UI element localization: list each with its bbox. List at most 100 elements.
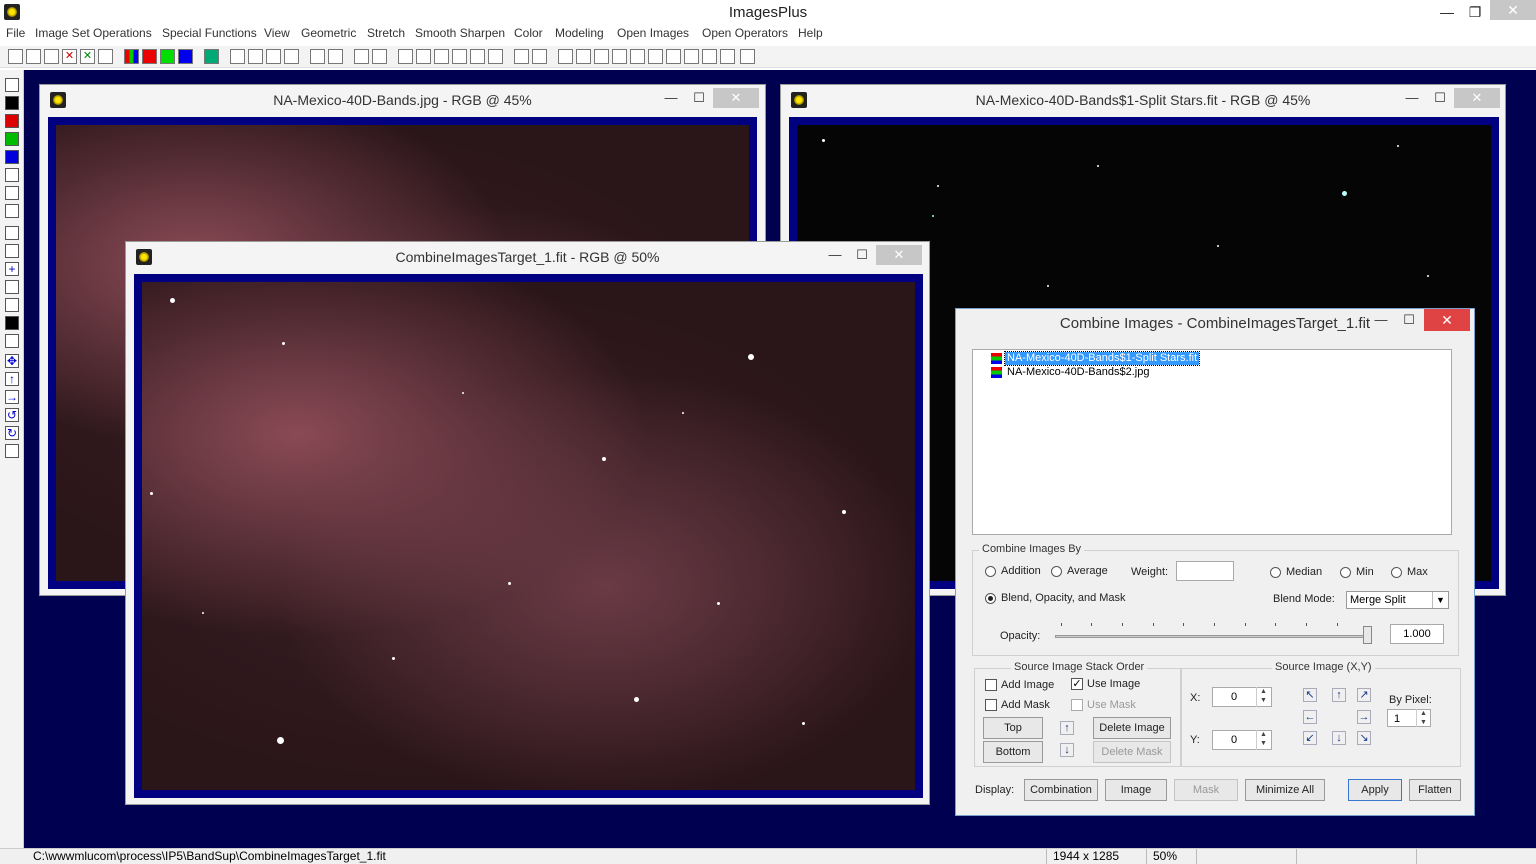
menu-open-operators[interactable]: Open Operators: [702, 26, 788, 40]
green-channel-icon[interactable]: [160, 49, 175, 64]
tool-14-icon[interactable]: [5, 334, 19, 348]
tool-plus-icon[interactable]: +: [5, 262, 19, 276]
combine-images-dialog[interactable]: Combine Images - CombineImagesTarget_1.f…: [955, 308, 1475, 816]
delete-mask-button[interactable]: Delete Mask: [1093, 741, 1171, 763]
plus-icon[interactable]: [452, 49, 467, 64]
menu-file[interactable]: File: [6, 26, 25, 40]
opacity-slider-thumb[interactable]: [1363, 626, 1372, 644]
arrow-up-left-icon[interactable]: ↖: [1303, 688, 1317, 702]
list-item[interactable]: NA-Mexico-40D-Bands$2.jpg: [1005, 366, 1151, 379]
restore-icon[interactable]: ❐: [1460, 2, 1490, 22]
menu-view[interactable]: View: [264, 26, 290, 40]
rgb-icon[interactable]: [124, 49, 139, 64]
frame-icon[interactable]: [666, 49, 681, 64]
minimize-all-button[interactable]: Minimize All: [1245, 779, 1325, 801]
maximize-icon[interactable]: ☐: [1426, 88, 1454, 108]
tool-5-icon[interactable]: [5, 150, 19, 164]
menu-special-functions[interactable]: Special Functions: [162, 26, 257, 40]
frame-3-icon[interactable]: [702, 49, 717, 64]
new-icon[interactable]: [8, 49, 23, 64]
top-button[interactable]: Top: [983, 717, 1043, 739]
menu-modeling[interactable]: Modeling: [555, 26, 604, 40]
move-up-icon[interactable]: ↑: [1060, 721, 1074, 735]
image-window-combine-target[interactable]: CombineImagesTarget_1.fit - RGB @ 50% — …: [125, 241, 930, 805]
arrow-down-icon[interactable]: ↓: [1332, 731, 1346, 745]
move-icon[interactable]: ✥: [5, 354, 19, 368]
source-image-list[interactable]: NA-Mexico-40D-Bands$1-Split Stars.fit NA…: [972, 349, 1452, 535]
star-icon[interactable]: [310, 49, 325, 64]
average-radio[interactable]: [1051, 566, 1062, 577]
minimize-icon[interactable]: —: [821, 245, 849, 265]
tool-1-icon[interactable]: [5, 78, 19, 92]
arrow-left-icon[interactable]: ←: [1303, 710, 1317, 724]
dots-icon[interactable]: [372, 49, 387, 64]
tool-4-icon[interactable]: [5, 132, 19, 146]
close-icon[interactable]: ✕: [1424, 309, 1470, 331]
tool-6-icon[interactable]: [5, 168, 19, 182]
minimize-icon[interactable]: —: [657, 88, 685, 108]
tool-11-icon[interactable]: [5, 280, 19, 294]
weight-input[interactable]: [1176, 561, 1234, 581]
arrow-up-icon[interactable]: ↑: [1332, 688, 1346, 702]
table-icon[interactable]: [470, 49, 485, 64]
tool-7-icon[interactable]: [5, 186, 19, 200]
close-icon[interactable]: ✕: [713, 88, 759, 108]
histogram-icon[interactable]: [398, 49, 413, 64]
close-icon[interactable]: ✕: [1490, 0, 1536, 20]
maximize-icon[interactable]: ☐: [1396, 311, 1422, 329]
y-spinner[interactable]: ▲ ▼: [1256, 730, 1270, 750]
by-pixel-spinner[interactable]: ▲ ▼: [1416, 709, 1430, 727]
add-frame-icon[interactable]: [630, 49, 645, 64]
opacity-slider[interactable]: [1055, 635, 1370, 638]
zoom-out-icon[interactable]: [576, 49, 591, 64]
palette-icon[interactable]: [488, 49, 503, 64]
save-icon[interactable]: [44, 49, 59, 64]
menu-open-images[interactable]: Open Images: [617, 26, 689, 40]
star-red-icon[interactable]: [328, 49, 343, 64]
grid-icon[interactable]: [204, 49, 219, 64]
combination-button[interactable]: Combination: [1024, 779, 1098, 801]
arrow-right-icon[interactable]: →: [5, 390, 19, 404]
max-radio[interactable]: [1391, 567, 1402, 578]
tool-15-icon[interactable]: [5, 444, 19, 458]
arrow-down-right-icon[interactable]: ↘: [1357, 731, 1371, 745]
zoom-100-icon[interactable]: [612, 49, 627, 64]
redo-icon[interactable]: [248, 49, 263, 64]
menu-color[interactable]: Color: [514, 26, 543, 40]
tool-13-icon[interactable]: [5, 316, 19, 330]
curve-icon[interactable]: [416, 49, 431, 64]
line-icon[interactable]: [354, 49, 369, 64]
arrow-down-left-icon[interactable]: ↙: [1303, 731, 1317, 745]
tool-2-icon[interactable]: [5, 96, 19, 110]
tool-12-icon[interactable]: [5, 298, 19, 312]
blend-radio[interactable]: [985, 593, 996, 604]
tool-10-icon[interactable]: [5, 244, 19, 258]
delete-image-button[interactable]: Delete Image: [1093, 717, 1171, 739]
frame-4-icon[interactable]: [720, 49, 735, 64]
remove-frame-icon[interactable]: [648, 49, 663, 64]
add-image-checkbox[interactable]: [985, 679, 997, 691]
move-down-icon[interactable]: ↓: [1060, 743, 1074, 757]
addition-radio[interactable]: [985, 566, 996, 577]
close-icon[interactable]: ✕: [1454, 88, 1500, 108]
median-radio[interactable]: [1270, 567, 1281, 578]
tool-8-icon[interactable]: [5, 204, 19, 218]
close-image-icon[interactable]: ✕: [62, 49, 77, 64]
tool-3-icon[interactable]: [5, 114, 19, 128]
open-icon[interactable]: [26, 49, 41, 64]
undo-red-icon[interactable]: [266, 49, 281, 64]
maximize-icon[interactable]: ☐: [685, 88, 713, 108]
menu-geometric[interactable]: Geometric: [301, 26, 356, 40]
zoom-fit-icon[interactable]: [594, 49, 609, 64]
blend-mode-select[interactable]: Merge Split ▼: [1346, 591, 1449, 609]
opacity-input[interactable]: 1.000: [1390, 624, 1444, 644]
flatten-button[interactable]: Flatten: [1409, 779, 1461, 801]
list-item[interactable]: NA-Mexico-40D-Bands$1-Split Stars.fit: [1003, 351, 1201, 366]
minimize-icon[interactable]: —: [1432, 2, 1462, 22]
image-button[interactable]: Image: [1105, 779, 1167, 801]
tool-9-icon[interactable]: [5, 226, 19, 240]
crosshair-icon[interactable]: [434, 49, 449, 64]
pencil-icon[interactable]: [514, 49, 529, 64]
arrow-up-icon[interactable]: ↑: [5, 372, 19, 386]
use-mask-checkbox[interactable]: [1071, 699, 1083, 711]
